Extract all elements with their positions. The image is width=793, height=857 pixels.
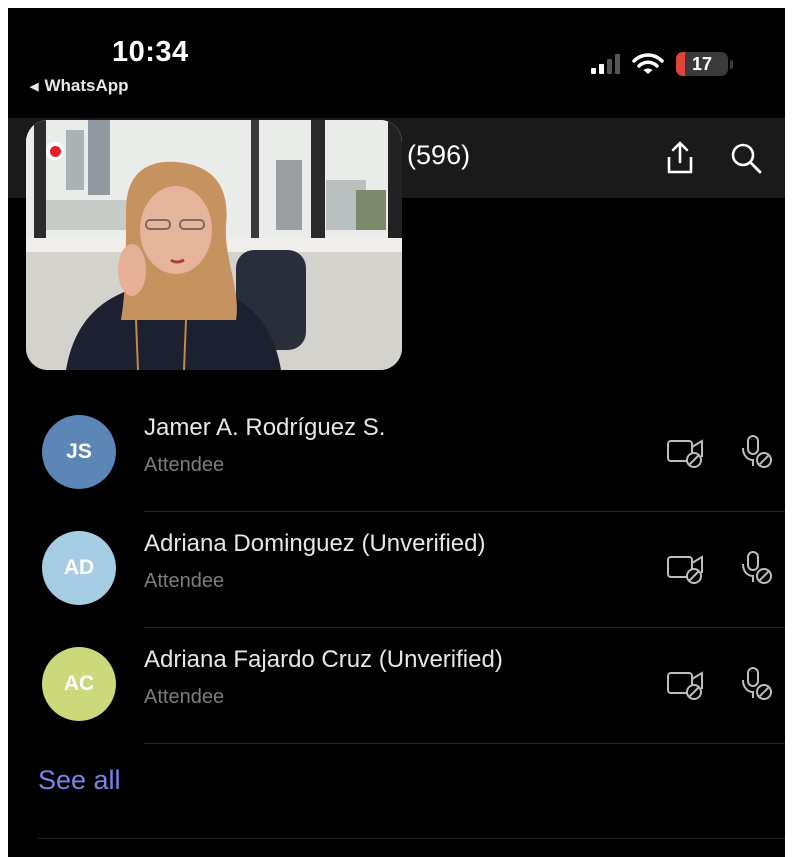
back-app-label: WhatsApp: [44, 76, 129, 95]
list-item[interactable]: JS Jamer A. Rodríguez S. Attendee: [8, 396, 785, 512]
wifi-icon: [632, 53, 664, 74]
battery-percent: 17: [691, 53, 713, 74]
participant-name: Adriana Dominguez (Unverified): [144, 530, 486, 557]
avatar: AD: [42, 531, 116, 605]
status-indicators: 17: [591, 52, 733, 76]
recording-indicator-icon: [46, 142, 64, 160]
camera-off-icon: [664, 546, 708, 590]
list-item[interactable]: AD Adriana Dominguez (Unverified) Attend…: [8, 512, 785, 628]
video-frame-image: [26, 120, 402, 370]
back-caret-icon: ◀: [30, 80, 39, 93]
participant-role: Attendee: [144, 686, 225, 708]
share-button[interactable]: [658, 136, 702, 180]
participant-name: Jamer A. Rodríguez S.: [144, 414, 386, 441]
search-button[interactable]: [724, 136, 768, 180]
avatar: AC: [42, 647, 116, 721]
battery-fill: [676, 52, 685, 76]
status-time: 10:34: [112, 36, 189, 68]
participant-role: Attendee: [144, 454, 225, 476]
see-all-link[interactable]: See all: [38, 765, 121, 796]
participant-name: Adriana Fajardo Cruz (Unverified): [144, 646, 503, 673]
battery-indicator: 17: [676, 52, 733, 76]
participant-role: Attendee: [144, 570, 225, 592]
section-divider: [38, 838, 785, 839]
avatar: JS: [42, 415, 116, 489]
participant-video-tile[interactable]: [26, 120, 402, 370]
camera-off-icon: [664, 662, 708, 706]
search-icon: [731, 143, 762, 174]
list-item[interactable]: AC Adriana Fajardo Cruz (Unverified) Att…: [8, 628, 785, 744]
mic-off-icon: [734, 546, 778, 590]
phone-screen: 10:34 ◀ WhatsApp 17 icipants (596): [8, 8, 785, 857]
camera-off-icon: [664, 430, 708, 474]
mic-off-icon: [734, 662, 778, 706]
mic-off-icon: [734, 430, 778, 474]
back-to-app-link[interactable]: ◀ WhatsApp: [30, 76, 129, 96]
row-divider: [144, 743, 785, 744]
cellular-signal-icon: [591, 54, 620, 74]
share-icon: [667, 141, 693, 174]
